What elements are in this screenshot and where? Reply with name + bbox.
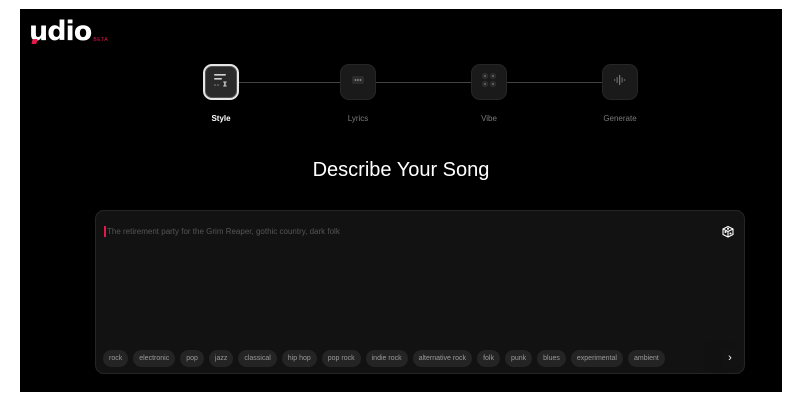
tag-chip[interactable]: ambient	[627, 350, 665, 367]
style-icon	[212, 71, 230, 94]
step-lyrics[interactable]: Lyrics	[308, 64, 408, 123]
tag-chip[interactable]: hip hop	[281, 350, 317, 367]
tag-chip[interactable]: blues	[537, 350, 566, 367]
tag-chip[interactable]: jazz	[208, 350, 234, 367]
step-label: Style	[211, 114, 231, 123]
udio-logo[interactable]: udio BETA	[29, 18, 108, 46]
genre-tags: rock electronic pop jazz classical hip h…	[103, 350, 740, 367]
step-label: Lyrics	[347, 114, 369, 123]
waveform-icon	[611, 71, 629, 94]
prompt-input[interactable]: The retirement party for the Grim Reaper…	[107, 227, 340, 236]
beta-badge: BETA	[93, 37, 109, 43]
prompt-panel: The retirement party for the Grim Reaper…	[95, 210, 745, 374]
step-label: Vibe	[481, 114, 497, 123]
tags-scroll-right-button[interactable]: ›	[722, 350, 738, 367]
lyrics-icon	[349, 71, 367, 94]
tag-chip[interactable]: indie rock	[365, 350, 408, 367]
tag-chip[interactable]: electronic	[133, 350, 176, 367]
creation-stepper: Style Lyrics Vibe Generate	[20, 64, 782, 144]
step-vibe[interactable]: Vibe	[439, 64, 539, 123]
page-title: Describe Your Song	[312, 159, 490, 181]
step-label: Generate	[603, 114, 637, 123]
vibe-icon	[479, 70, 499, 95]
logo-wordmark: udio	[29, 16, 92, 47]
step-box	[340, 64, 376, 100]
step-box	[471, 64, 507, 100]
app-window: udio BETA Style Lyrics Vibe Generate Des…	[20, 9, 782, 392]
tag-chip[interactable]: folk	[477, 350, 500, 367]
tag-chip[interactable]: classical	[238, 350, 277, 367]
step-box	[203, 64, 239, 100]
text-caret	[104, 226, 106, 237]
step-box	[602, 64, 638, 100]
tag-chip[interactable]: experimental	[570, 350, 623, 367]
step-style[interactable]: Style	[171, 64, 271, 123]
randomize-dice-icon[interactable]	[720, 223, 736, 239]
tag-chip[interactable]: alternative rock	[412, 350, 473, 367]
tag-chip[interactable]: punk	[504, 350, 533, 367]
tag-chip[interactable]: pop	[180, 350, 204, 367]
tag-chip[interactable]: pop rock	[321, 350, 361, 367]
step-generate[interactable]: Generate	[570, 64, 670, 123]
tag-chip[interactable]: rock	[103, 350, 129, 367]
